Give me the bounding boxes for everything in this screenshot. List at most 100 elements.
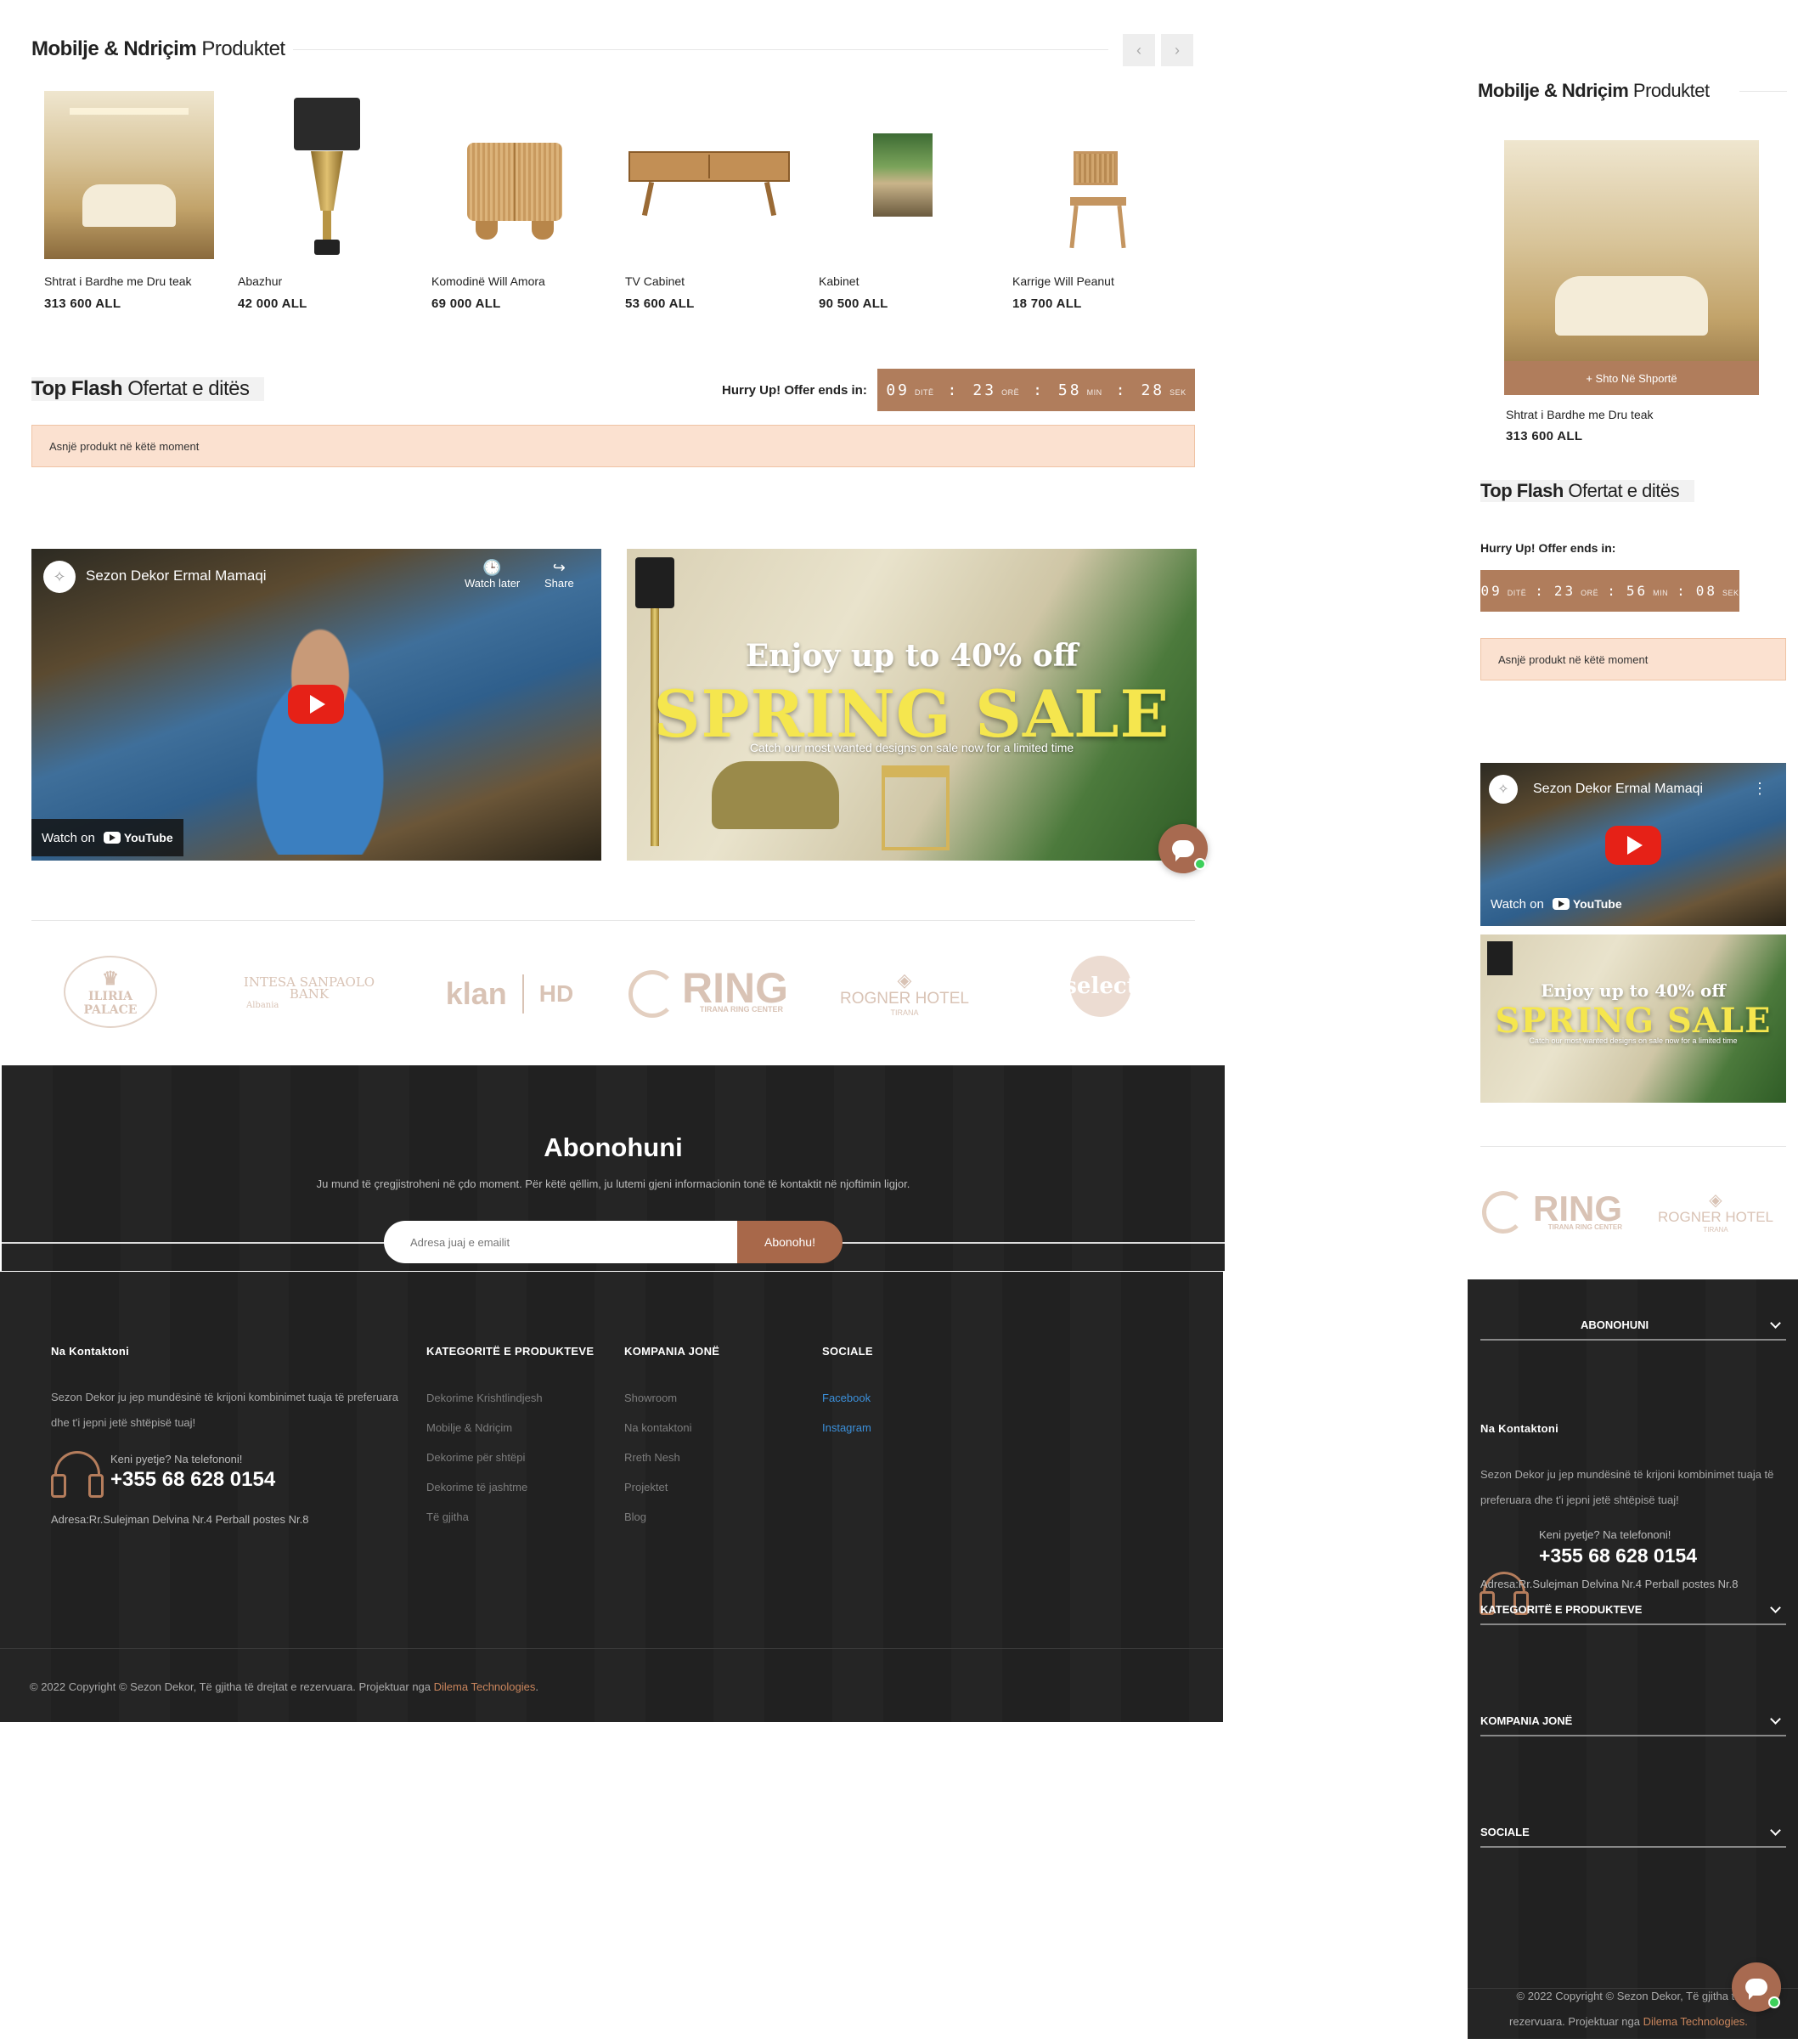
product-image[interactable] [628,151,790,217]
product-price: 69 000 ALL [431,296,501,311]
product-name[interactable]: Kabinet [819,274,859,288]
partner-logo-rogner: ◈ ROGNER HOTEL TIRANA [1657,1191,1774,1234]
address: Adresa:Rr.Sulejman Delvina Nr.4 Perball … [51,1513,309,1526]
mobile-countdown-timer: 09 DITË: 23 ORË: 56 MIN: 08 SEK [1480,570,1739,612]
accordion-social[interactable]: SOCIALE [1480,1817,1786,1848]
page: Mobilje & Ndriçim Produktet ‹ › Shtrat i… [0,0,1798,2044]
clock-icon: 🕒 [482,559,502,576]
mobile-contact-heading: Na Kontaktoni [1480,1422,1559,1435]
mobile-flash-title: Top Flash Ofertat e ditës [1480,480,1695,502]
product-price: 313 600 ALL [44,296,121,311]
sale-caption: Catch our most wanted designs on sale no… [1529,1036,1738,1045]
flash-section-title: Top Flash Ofertat e ditës [31,377,265,401]
subscribe-title: Abonohuni [544,1132,683,1162]
online-indicator [1194,858,1206,870]
share-button[interactable]: ↪ Share [544,559,574,590]
product-name[interactable]: TV Cabinet [625,274,685,288]
divider [1480,1146,1786,1147]
footer-link[interactable]: Mobilje & Ndriçim [426,1421,512,1434]
product-image[interactable] [1062,151,1133,249]
mobile-product-name[interactable]: Shtrat i Bardhe me Dru teak [1506,408,1654,421]
spring-sale-banner[interactable]: Enjoy up to 40% off SPRING SALE Catch ou… [627,549,1197,861]
add-to-cart-button[interactable]: + Shto Në Shportë [1504,361,1759,395]
headset-icon [51,1451,104,1498]
mobile-address: Adresa:Rr.Sulejman Delvina Nr.4 Perball … [1480,1578,1739,1590]
play-button[interactable] [1605,826,1661,865]
accordion-company[interactable]: KOMPANIA JONË [1480,1706,1786,1736]
products-section-title: Mobilje & Ndriçim Produktet [31,37,285,60]
product-name[interactable]: Shtrat i Bardhe me Dru teak [44,274,192,288]
divider [31,920,1195,921]
phone-number[interactable]: +355 68 628 0154 [110,1468,275,1492]
subscribe-button[interactable]: Abonohu! [737,1221,843,1263]
mobile-product-price: 313 600 ALL [1506,429,1583,443]
product-price: 42 000 ALL [238,296,307,311]
subscribe-description: Ju mund të çregjistroheni në çdo moment.… [316,1177,910,1190]
mobile-phone-number[interactable]: +355 68 628 0154 [1539,1544,1697,1567]
footer-link[interactable]: Showroom [624,1392,677,1404]
sale-subtitle: Enjoy up to 40% off [1541,980,1726,1001]
footer [0,1272,1223,1722]
call-question: Keni pyetje? Na telefononi! [1539,1528,1671,1541]
carousel-prev-button[interactable]: ‹ [1123,34,1155,66]
accordion-subscribe[interactable]: ABONOHUNI [1480,1310,1786,1341]
contact-heading: Na Kontaktoni [51,1345,130,1358]
product-image[interactable] [44,91,214,259]
chevron-down-icon [1770,1713,1781,1725]
footer-link[interactable]: Dekorime Krishtlindjesh [426,1392,543,1404]
partner-logo-iliria: ♛ ILIRIA PALACE [64,956,157,1028]
instagram-link[interactable]: Instagram [822,1421,871,1434]
product-price: 18 700 ALL [1012,296,1082,311]
mobile-offer-ends-label: Hurry Up! Offer ends in: [1480,541,1616,555]
developer-link[interactable]: Dilema Technologies [434,1680,536,1693]
channel-avatar[interactable]: ✧ [43,561,76,593]
footer-link[interactable]: Blog [624,1510,646,1523]
carousel-next-button[interactable]: › [1161,34,1193,66]
watch-on-youtube[interactable]: Watch on YouTube [1480,887,1632,921]
video-embed[interactable]: ✧ Sezon Dekor Ermal Mamaqi 🕒 Watch later … [31,549,601,861]
footer-link[interactable]: Dekorime për shtëpi [426,1451,525,1464]
video-title[interactable]: Sezon Dekor Ermal Mamaqi [1533,782,1703,797]
footer-link[interactable]: Rreth Nesh [624,1451,680,1464]
product-image[interactable] [292,95,362,257]
mobile-spring-sale-banner[interactable]: Enjoy up to 40% off SPRING SALE Catch ou… [1480,934,1786,1103]
product-name[interactable]: Komodinë Will Amora [431,274,545,288]
partner-logo-ring: RING TIRANA RING CENTER [1482,1188,1622,1239]
product-price: 90 500 ALL [819,296,888,311]
chevron-down-icon [1770,1824,1781,1836]
chevron-down-icon [1770,1601,1781,1613]
social-heading: SOCIALE [822,1345,873,1358]
chevron-right-icon: › [1175,41,1180,59]
youtube-logo: YouTube [1552,897,1622,911]
product-price: 53 600 ALL [625,296,695,311]
developer-link[interactable]: Dilema Technologies. [1643,2015,1748,2028]
sale-caption: Catch our most wanted designs on sale no… [749,741,1074,754]
video-title[interactable]: Sezon Dekor Ermal Mamaqi [86,567,267,584]
mobile-video-embed[interactable]: ✧ Sezon Dekor Ermal Mamaqi ⋮ Watch on You… [1480,763,1786,926]
contact-text: Sezon Dekor ju jep mundësinë të krijoni … [51,1391,398,1429]
footer-link[interactable]: Dekorime të jashtme [426,1481,527,1493]
footer-link[interactable]: Na kontaktoni [624,1421,692,1434]
watch-on-youtube[interactable]: Watch on YouTube [31,819,183,856]
online-indicator [1768,1996,1780,2008]
product-image[interactable] [467,143,562,241]
accordion-categories[interactable]: KATEGORITË E PRODUKTEVE [1480,1595,1786,1625]
divider [1739,91,1787,92]
mobile-contact-text: Sezon Dekor ju jep mundësinë të krijoni … [1480,1468,1774,1506]
product-image[interactable] [873,133,933,217]
footer-link[interactable]: Projektet [624,1481,668,1493]
footer-link[interactable]: Të gjitha [426,1510,469,1523]
partner-logo-klan: klan HD [437,970,582,1017]
partner-logo-select: select [1064,956,1137,1017]
watch-later-button[interactable]: 🕒 Watch later [465,559,520,590]
more-options-icon[interactable]: ⋮ [1752,780,1767,798]
facebook-link[interactable]: Facebook [822,1392,871,1404]
mobile-product-image[interactable] [1504,140,1759,395]
email-input[interactable] [384,1221,741,1263]
product-name[interactable]: Abazhur [238,274,282,288]
play-button[interactable] [288,685,344,724]
product-name[interactable]: Karrige Will Peanut [1012,274,1114,288]
channel-avatar[interactable]: ✧ [1489,775,1518,804]
divider [0,1648,1223,1649]
mobile-no-products-notice: Asnjë produkt në këtë moment [1480,638,1786,680]
